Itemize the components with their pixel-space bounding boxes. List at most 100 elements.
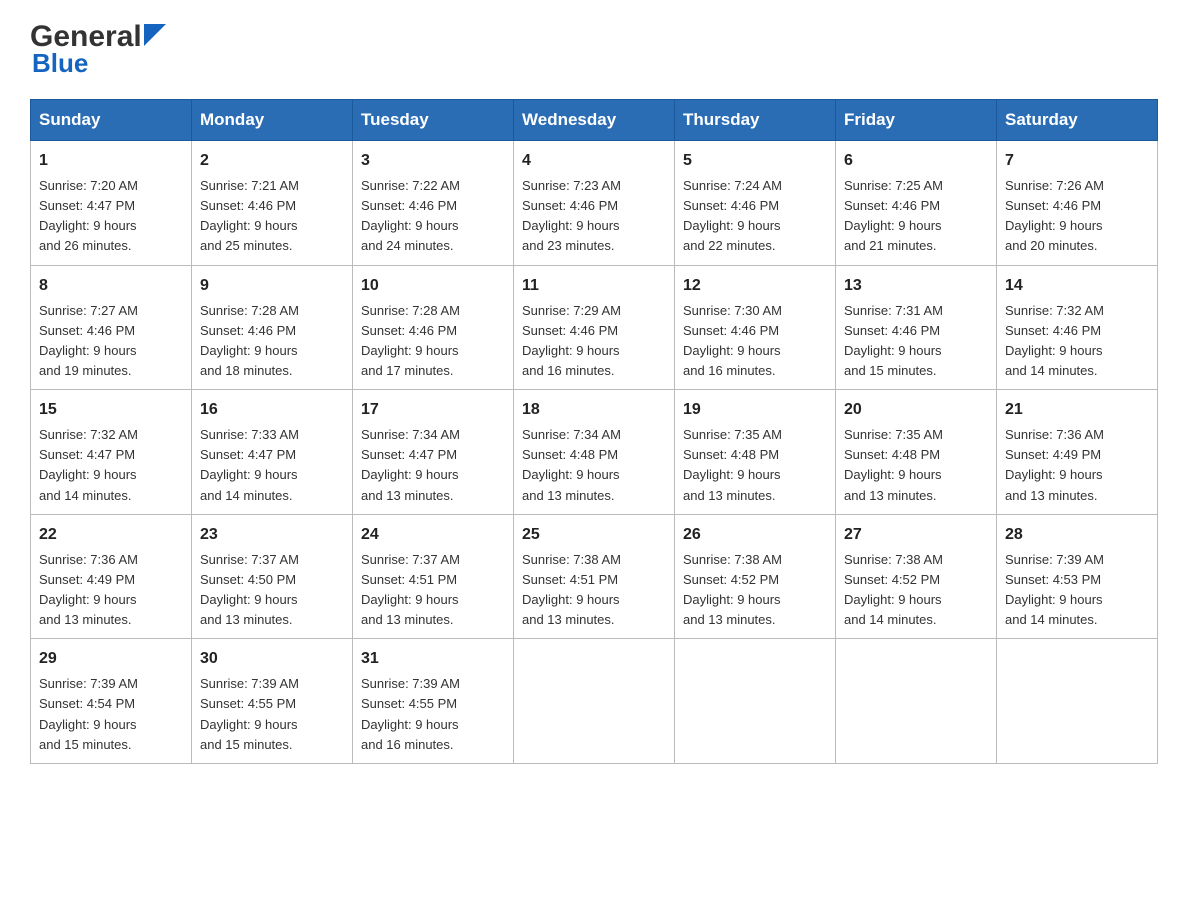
day-number: 22 — [39, 523, 183, 547]
calendar-cell: 10 Sunrise: 7:28 AMSunset: 4:46 PMDayligh… — [353, 265, 514, 390]
day-info: Sunrise: 7:37 AMSunset: 4:51 PMDaylight:… — [361, 550, 505, 631]
calendar-cell: 17Sunrise: 7:34 AMSunset: 4:47 PMDayligh… — [353, 390, 514, 515]
day-number: 31 — [361, 647, 505, 671]
day-info: Sunrise: 7:28 AMSunset: 4:46 PMDaylight:… — [200, 301, 344, 382]
day-info: Sunrise: 7:24 AMSunset: 4:46 PMDaylight:… — [683, 176, 827, 257]
calendar-cell: 7 Sunrise: 7:26 AMSunset: 4:46 PMDaylight… — [997, 141, 1158, 266]
calendar-cell: 29Sunrise: 7:39 AMSunset: 4:54 PMDayligh… — [31, 639, 192, 764]
logo-blue-text: Blue — [32, 48, 88, 79]
day-info: Sunrise: 7:28 AMSunset: 4:46 PMDaylight:… — [361, 301, 505, 382]
day-header-saturday: Saturday — [997, 100, 1158, 141]
day-number: 11 — [522, 274, 666, 298]
day-info: Sunrise: 7:23 AMSunset: 4:46 PMDaylight:… — [522, 176, 666, 257]
day-number: 21 — [1005, 398, 1149, 422]
week-row-2: 8Sunrise: 7:27 AMSunset: 4:46 PMDaylight… — [31, 265, 1158, 390]
day-number: 26 — [683, 523, 827, 547]
calendar-cell: 11 Sunrise: 7:29 AMSunset: 4:46 PMDayligh… — [514, 265, 675, 390]
day-number: 15 — [39, 398, 183, 422]
calendar-cell: 26 Sunrise: 7:38 AMSunset: 4:52 PMDayligh… — [675, 514, 836, 639]
calendar-cell: 18 Sunrise: 7:34 AMSunset: 4:48 PMDayligh… — [514, 390, 675, 515]
calendar-cell — [836, 639, 997, 764]
calendar-cell: 2 Sunrise: 7:21 AMSunset: 4:46 PMDaylight… — [192, 141, 353, 266]
calendar-cell: 23Sunrise: 7:37 AMSunset: 4:50 PMDayligh… — [192, 514, 353, 639]
day-info: Sunrise: 7:29 AMSunset: 4:46 PMDaylight:… — [522, 301, 666, 382]
calendar-cell: 24 Sunrise: 7:37 AMSunset: 4:51 PMDayligh… — [353, 514, 514, 639]
calendar-cell: 22Sunrise: 7:36 AMSunset: 4:49 PMDayligh… — [31, 514, 192, 639]
day-number: 16 — [200, 398, 344, 422]
day-info: Sunrise: 7:36 AMSunset: 4:49 PMDaylight:… — [1005, 425, 1149, 506]
day-number: 20 — [844, 398, 988, 422]
day-info: Sunrise: 7:26 AMSunset: 4:46 PMDaylight:… — [1005, 176, 1149, 257]
logo-triangle-icon — [144, 24, 166, 46]
day-header-sunday: Sunday — [31, 100, 192, 141]
day-number: 28 — [1005, 523, 1149, 547]
day-info: Sunrise: 7:35 AMSunset: 4:48 PMDaylight:… — [683, 425, 827, 506]
day-number: 17 — [361, 398, 505, 422]
calendar-cell: 21 Sunrise: 7:36 AMSunset: 4:49 PMDayligh… — [997, 390, 1158, 515]
calendar-cell: 20Sunrise: 7:35 AMSunset: 4:48 PMDayligh… — [836, 390, 997, 515]
calendar-cell: 3Sunrise: 7:22 AMSunset: 4:46 PMDaylight… — [353, 141, 514, 266]
day-number: 2 — [200, 149, 344, 173]
day-number: 9 — [200, 274, 344, 298]
day-info: Sunrise: 7:33 AMSunset: 4:47 PMDaylight:… — [200, 425, 344, 506]
day-info: Sunrise: 7:31 AMSunset: 4:46 PMDaylight:… — [844, 301, 988, 382]
day-header-monday: Monday — [192, 100, 353, 141]
calendar-cell — [675, 639, 836, 764]
week-row-1: 1 Sunrise: 7:20 AMSunset: 4:47 PMDaylight… — [31, 141, 1158, 266]
week-row-3: 15 Sunrise: 7:32 AMSunset: 4:47 PMDayligh… — [31, 390, 1158, 515]
calendar-cell: 27Sunrise: 7:38 AMSunset: 4:52 PMDayligh… — [836, 514, 997, 639]
day-info: Sunrise: 7:39 AMSunset: 4:54 PMDaylight:… — [39, 674, 183, 755]
calendar-cell — [997, 639, 1158, 764]
day-info: Sunrise: 7:38 AMSunset: 4:52 PMDaylight:… — [844, 550, 988, 631]
day-number: 12 — [683, 274, 827, 298]
calendar-cell — [514, 639, 675, 764]
calendar-cell: 14 Sunrise: 7:32 AMSunset: 4:46 PMDayligh… — [997, 265, 1158, 390]
calendar-cell: 1 Sunrise: 7:20 AMSunset: 4:47 PMDaylight… — [31, 141, 192, 266]
day-info: Sunrise: 7:30 AMSunset: 4:46 PMDaylight:… — [683, 301, 827, 382]
calendar-cell: 19 Sunrise: 7:35 AMSunset: 4:48 PMDayligh… — [675, 390, 836, 515]
calendar-cell: 6Sunrise: 7:25 AMSunset: 4:46 PMDaylight… — [836, 141, 997, 266]
page-header: General Blue — [30, 20, 1158, 79]
day-number: 24 — [361, 523, 505, 547]
day-info: Sunrise: 7:34 AMSunset: 4:48 PMDaylight:… — [522, 425, 666, 506]
week-row-5: 29Sunrise: 7:39 AMSunset: 4:54 PMDayligh… — [31, 639, 1158, 764]
day-info: Sunrise: 7:20 AMSunset: 4:47 PMDaylight:… — [39, 176, 183, 257]
day-info: Sunrise: 7:21 AMSunset: 4:46 PMDaylight:… — [200, 176, 344, 257]
logo: General Blue — [30, 20, 166, 79]
day-number: 18 — [522, 398, 666, 422]
day-number: 25 — [522, 523, 666, 547]
calendar-cell: 25Sunrise: 7:38 AMSunset: 4:51 PMDayligh… — [514, 514, 675, 639]
day-headers-row: SundayMondayTuesdayWednesdayThursdayFrid… — [31, 100, 1158, 141]
day-info: Sunrise: 7:39 AMSunset: 4:55 PMDaylight:… — [200, 674, 344, 755]
calendar-cell: 5 Sunrise: 7:24 AMSunset: 4:46 PMDaylight… — [675, 141, 836, 266]
day-number: 14 — [1005, 274, 1149, 298]
day-number: 5 — [683, 149, 827, 173]
day-number: 6 — [844, 149, 988, 173]
day-number: 7 — [1005, 149, 1149, 173]
day-number: 4 — [522, 149, 666, 173]
day-number: 8 — [39, 274, 183, 298]
day-info: Sunrise: 7:32 AMSunset: 4:46 PMDaylight:… — [1005, 301, 1149, 382]
day-info: Sunrise: 7:37 AMSunset: 4:50 PMDaylight:… — [200, 550, 344, 631]
calendar-cell: 28 Sunrise: 7:39 AMSunset: 4:53 PMDayligh… — [997, 514, 1158, 639]
day-number: 3 — [361, 149, 505, 173]
day-number: 19 — [683, 398, 827, 422]
calendar-cell: 16 Sunrise: 7:33 AMSunset: 4:47 PMDayligh… — [192, 390, 353, 515]
calendar-cell: 15 Sunrise: 7:32 AMSunset: 4:47 PMDayligh… — [31, 390, 192, 515]
calendar-cell: 12 Sunrise: 7:30 AMSunset: 4:46 PMDayligh… — [675, 265, 836, 390]
day-number: 1 — [39, 149, 183, 173]
day-info: Sunrise: 7:39 AMSunset: 4:53 PMDaylight:… — [1005, 550, 1149, 631]
day-header-wednesday: Wednesday — [514, 100, 675, 141]
calendar-cell: 31 Sunrise: 7:39 AMSunset: 4:55 PMDayligh… — [353, 639, 514, 764]
calendar-table: SundayMondayTuesdayWednesdayThursdayFrid… — [30, 99, 1158, 764]
day-header-tuesday: Tuesday — [353, 100, 514, 141]
day-info: Sunrise: 7:38 AMSunset: 4:52 PMDaylight:… — [683, 550, 827, 631]
day-header-thursday: Thursday — [675, 100, 836, 141]
day-header-friday: Friday — [836, 100, 997, 141]
calendar-cell: 8Sunrise: 7:27 AMSunset: 4:46 PMDaylight… — [31, 265, 192, 390]
day-number: 10 — [361, 274, 505, 298]
week-row-4: 22Sunrise: 7:36 AMSunset: 4:49 PMDayligh… — [31, 514, 1158, 639]
day-info: Sunrise: 7:39 AMSunset: 4:55 PMDaylight:… — [361, 674, 505, 755]
day-info: Sunrise: 7:32 AMSunset: 4:47 PMDaylight:… — [39, 425, 183, 506]
day-number: 13 — [844, 274, 988, 298]
